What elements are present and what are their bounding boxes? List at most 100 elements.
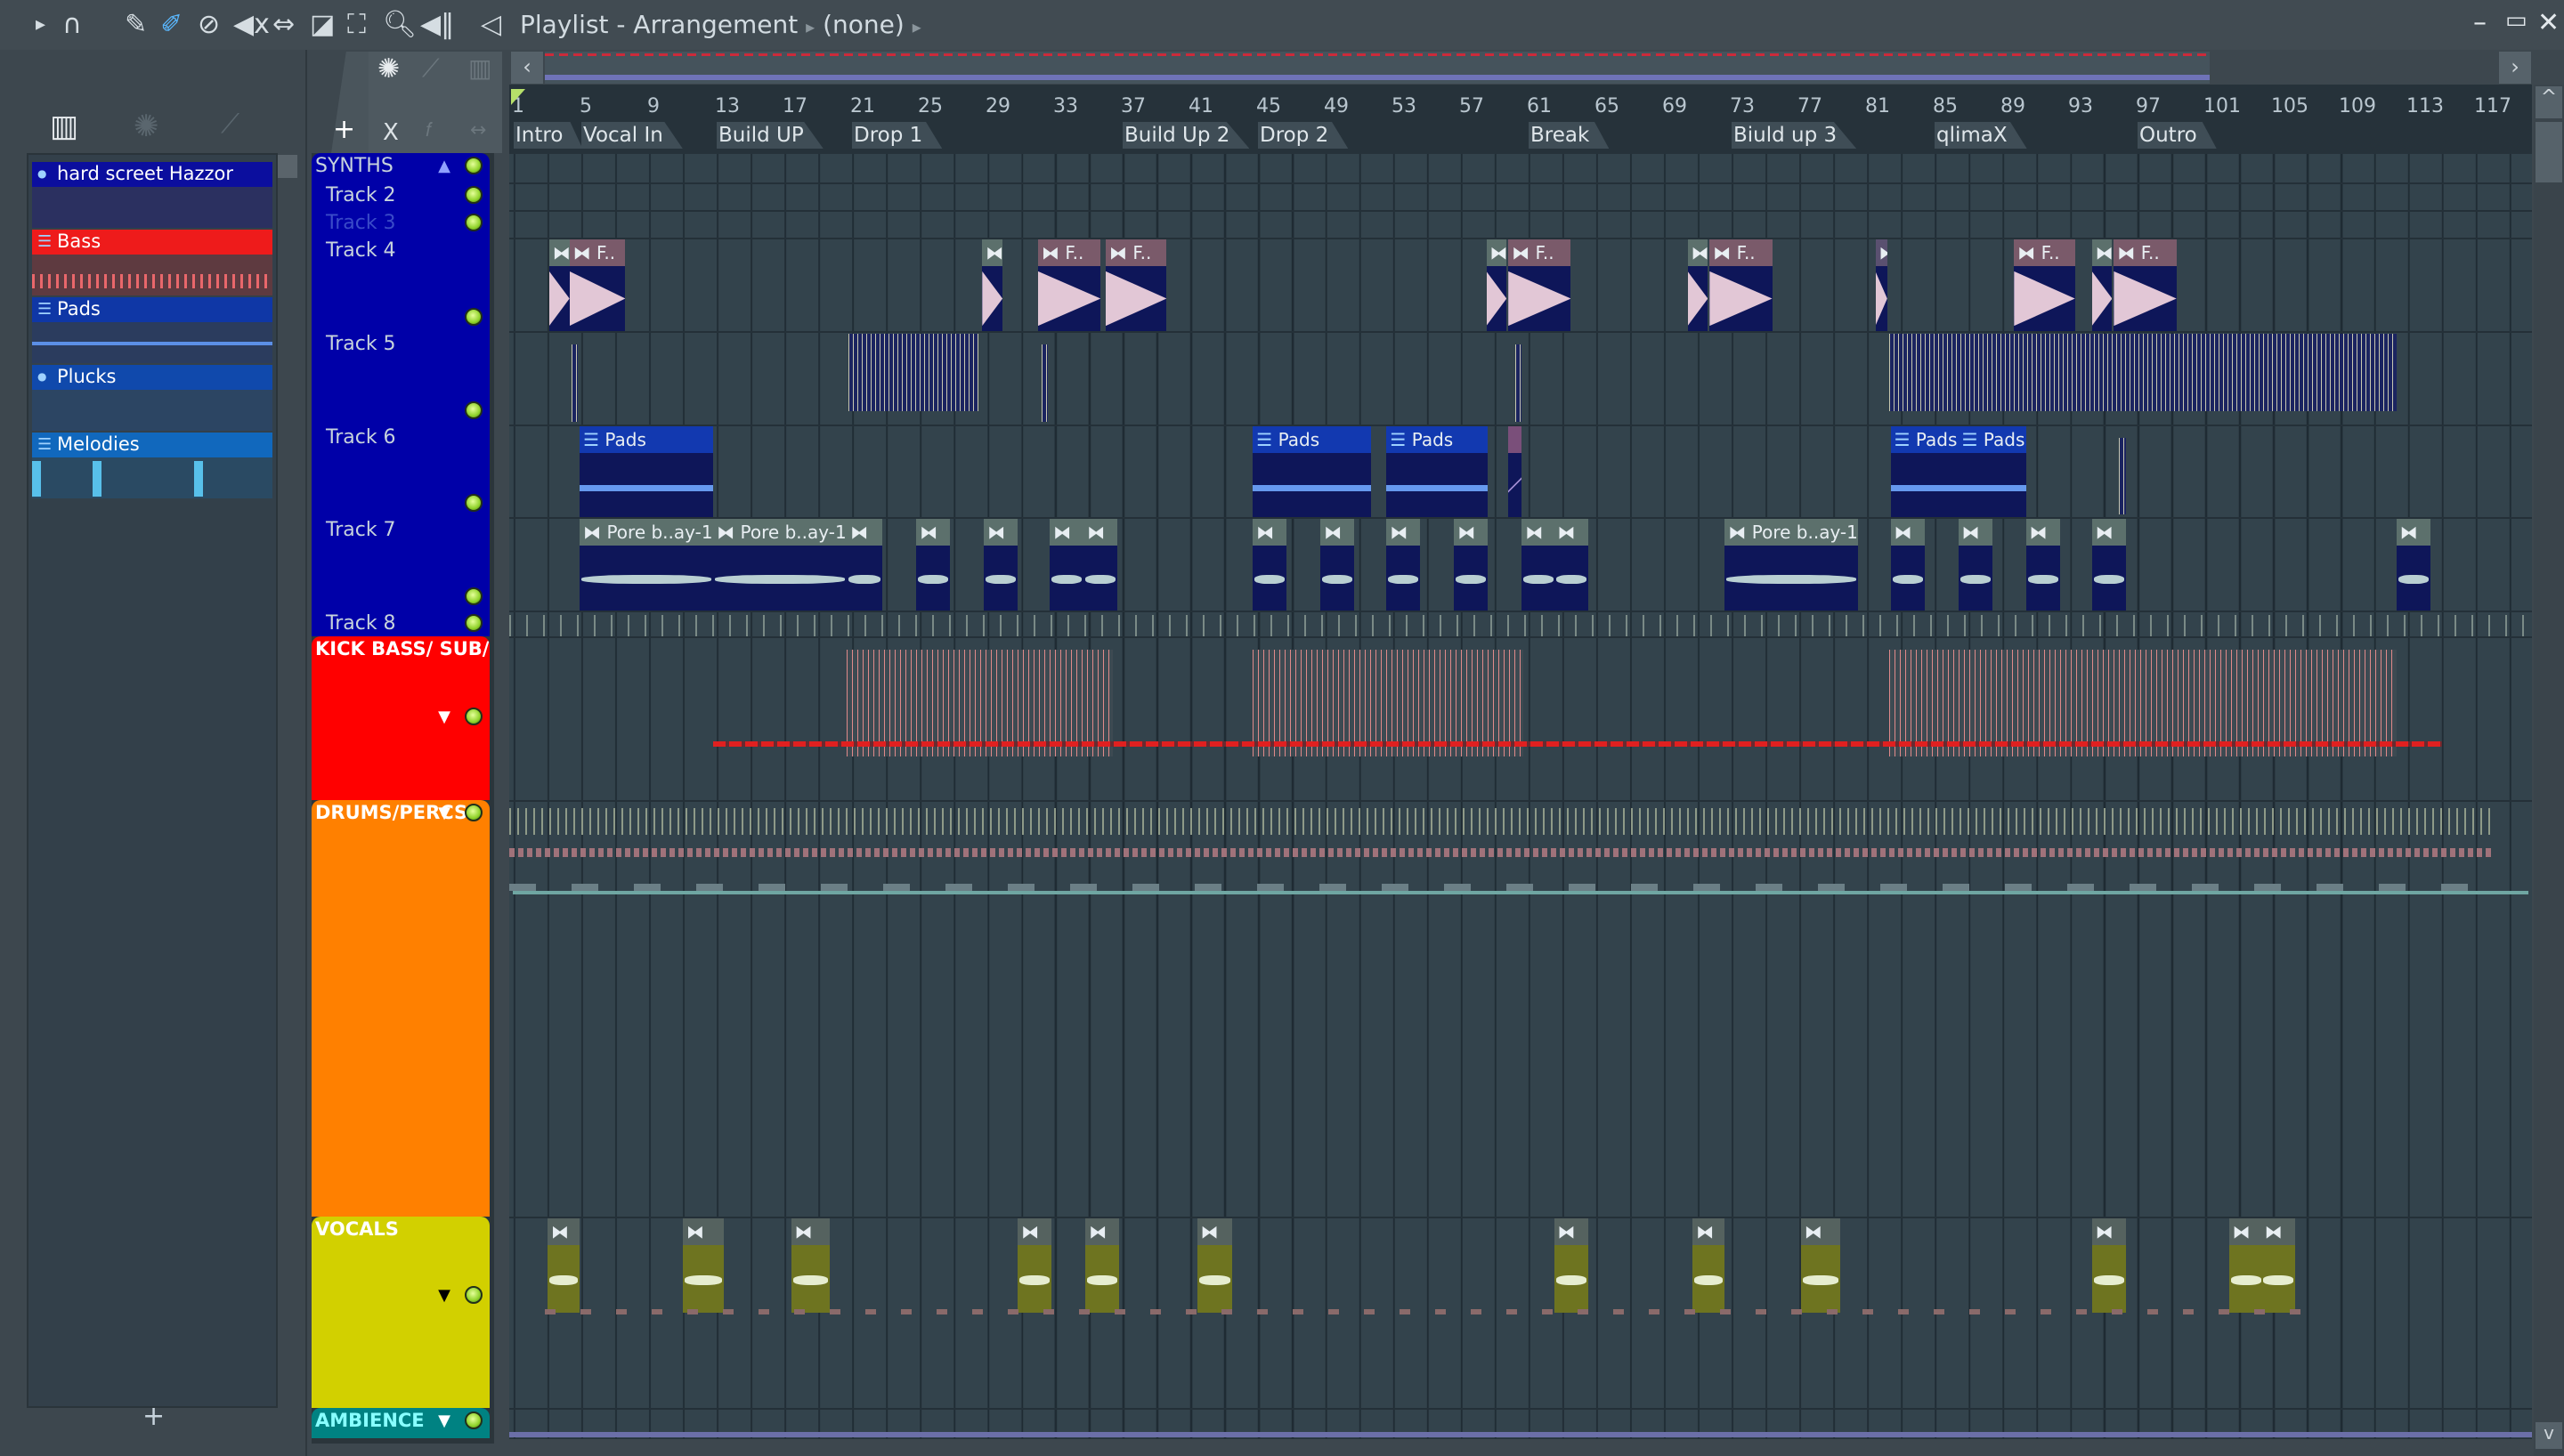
track-enable-led[interactable]	[465, 1286, 483, 1304]
mute-icon[interactable]: ◀x	[233, 9, 270, 41]
clip-audio[interactable]: ⧓	[1875, 239, 1887, 331]
bar-number[interactable]: 25	[918, 95, 943, 117]
clip-audio[interactable]: ⧓	[1253, 519, 1287, 611]
track-enable-led[interactable]	[465, 401, 483, 419]
clip-audio[interactable]: ⧓	[548, 1218, 580, 1313]
bar-number[interactable]: 65	[1594, 95, 1619, 117]
clip-audio[interactable]: ⧓	[2091, 1218, 2126, 1313]
clip-audio[interactable]: ⧓ F..	[1508, 239, 1571, 331]
zoom-icon[interactable]: 🔍︎	[383, 9, 417, 41]
scroll-up-button[interactable]: ^	[2536, 86, 2562, 118]
track-enable-led[interactable]	[465, 587, 483, 605]
bar-number[interactable]: 37	[1121, 95, 1146, 117]
track-enable-led[interactable]	[465, 614, 483, 632]
bar-number[interactable]: 93	[2068, 95, 2093, 117]
play-arrow-icon[interactable]: ▸	[36, 9, 45, 41]
bar-number[interactable]: 41	[1189, 95, 1213, 117]
bar-number[interactable]: 33	[1053, 95, 1078, 117]
clip-audio[interactable]: ⧓	[1486, 239, 1507, 331]
clip-pattern[interactable]: ☰ Pads	[1958, 426, 2026, 517]
clip-audio[interactable]: ⧓ F..	[569, 239, 626, 331]
track-dropdown-icon[interactable]: ▼	[438, 1286, 450, 1305]
clip-audio[interactable]: ⧓	[1454, 519, 1489, 611]
bar-number[interactable]: 13	[715, 95, 740, 117]
magnet-icon[interactable]: ∩	[62, 9, 82, 41]
bar-number[interactable]: 45	[1256, 95, 1281, 117]
speaker-icon[interactable]: ◁	[481, 9, 501, 41]
clip-audio[interactable]: ⧓ F..	[2114, 239, 2177, 331]
marker-vocal-in[interactable]: Vocal In	[581, 122, 683, 149]
clip-audio[interactable]: ⧓	[1692, 1218, 1725, 1313]
clip-audio[interactable]: ⧓	[1197, 1218, 1233, 1313]
track-header-synths[interactable]: SYNTHS ▲	[312, 153, 490, 182]
delete-track-button[interactable]: X	[383, 119, 399, 146]
clip-dense[interactable]	[2119, 438, 2126, 514]
function-icon[interactable]: 𝑓	[426, 119, 432, 142]
clip-audio[interactable]: ⧓	[2025, 519, 2060, 611]
timeline-ruler[interactable]: 1 5 9 13 17 21 25 29 33 37 41 45 49 53 57 61 65 69 73 77 81 8…	[509, 85, 2532, 154]
clip-audio[interactable]: ⧓	[683, 1218, 724, 1313]
bar-number[interactable]: 81	[1865, 95, 1890, 117]
track-header-drums-percs[interactable]: DRUMS/PERCS ▼	[312, 800, 490, 1217]
clip-pattern[interactable]: ☰ Pads	[580, 426, 714, 517]
marker-biuld-up-3[interactable]: Biuld up 3	[1732, 122, 1857, 149]
bar-number[interactable]: 69	[1662, 95, 1687, 117]
scroll-left-button[interactable]: ‹	[511, 52, 543, 84]
minimize-button[interactable]: –	[2473, 7, 2487, 38]
track-dropdown-icon[interactable]: ▲	[438, 157, 450, 175]
bar-number[interactable]: 57	[1459, 95, 1484, 117]
bar-number[interactable]: 109	[2339, 95, 2376, 117]
track-header-vocals[interactable]: VOCALS ▼	[312, 1217, 490, 1408]
track-header-track-8[interactable]: Track 8	[312, 611, 490, 636]
clip-audio[interactable]: ⧓	[1687, 239, 1708, 331]
bar-number[interactable]: 85	[1933, 95, 1958, 117]
bar-number[interactable]: 77	[1797, 95, 1822, 117]
clip-audio[interactable]: ⧓	[1018, 1218, 1052, 1313]
bar-number[interactable]: 53	[1392, 95, 1416, 117]
track-enable-led[interactable]	[465, 308, 483, 326]
bar-number[interactable]: 105	[2271, 95, 2308, 117]
scroll-thumb[interactable]	[2536, 122, 2562, 182]
track-header-kick-bass-sub-808[interactable]: KICK BASS/ SUB/808 ▼	[312, 636, 490, 800]
clip-audio[interactable]: ⧓	[2091, 519, 2126, 611]
bar-number[interactable]: 117	[2474, 95, 2511, 117]
vertical-scrollbar[interactable]: ^ v	[2534, 85, 2564, 1456]
bar-number[interactable]: 17	[783, 95, 807, 117]
track-enable-led[interactable]	[465, 708, 483, 725]
track-header-track-7[interactable]: Track 7	[312, 517, 490, 611]
clip-dense[interactable]	[847, 650, 1113, 756]
clip-pattern[interactable]: ☰ Pads	[1890, 426, 1959, 517]
clip-audio[interactable]: ⧓	[1800, 1218, 1840, 1313]
scroll-right-button[interactable]: ›	[2499, 52, 2531, 84]
bar-number[interactable]: 97	[2136, 95, 2161, 117]
track-header-track-6[interactable]: Track 6	[312, 425, 490, 517]
clip-audio[interactable]: ⧓	[1320, 519, 1355, 611]
slip-icon[interactable]: ⇔	[272, 9, 295, 41]
track-enable-led[interactable]	[465, 186, 483, 204]
marker-build-up[interactable]: Build UP	[717, 122, 824, 149]
track-enable-led[interactable]	[465, 1412, 483, 1429]
clip-dense[interactable]	[848, 334, 979, 411]
track-header-track-2[interactable]: Track 2	[312, 182, 490, 210]
paint-icon[interactable]: ✐	[160, 9, 183, 41]
bar-number[interactable]: 49	[1324, 95, 1349, 117]
clip-audio[interactable]: ⧓	[2260, 1218, 2295, 1313]
clip-audio[interactable]: ⧓	[1386, 519, 1421, 611]
track-dropdown-icon[interactable]: ▼	[438, 1412, 450, 1430]
bar-number[interactable]: 21	[850, 95, 875, 117]
track-header-track-5[interactable]: Track 5	[312, 331, 490, 425]
clip-dense[interactable]	[571, 344, 579, 422]
clip-audio[interactable]: ⧓	[1050, 519, 1084, 611]
clip-audio[interactable]: ⧓ F..	[1709, 239, 1773, 331]
clip-audio[interactable]: ⧓ F..	[1106, 239, 1167, 331]
bar-number[interactable]: 101	[2203, 95, 2241, 117]
overview-strip[interactable]	[545, 52, 2210, 84]
list-scroll-thumb[interactable]	[278, 155, 297, 178]
clip-pattern[interactable]: ☰ Pads	[1253, 426, 1372, 517]
select-icon[interactable]: ⛶	[347, 9, 366, 41]
clip-audio[interactable]: ⧓	[791, 1218, 831, 1313]
clip-audio[interactable]: ⧓	[1521, 519, 1556, 611]
clip-audio[interactable]: ⧓	[982, 239, 1003, 331]
overview-thumb[interactable]	[545, 75, 2210, 80]
bar-number[interactable]: 113	[2406, 95, 2444, 117]
